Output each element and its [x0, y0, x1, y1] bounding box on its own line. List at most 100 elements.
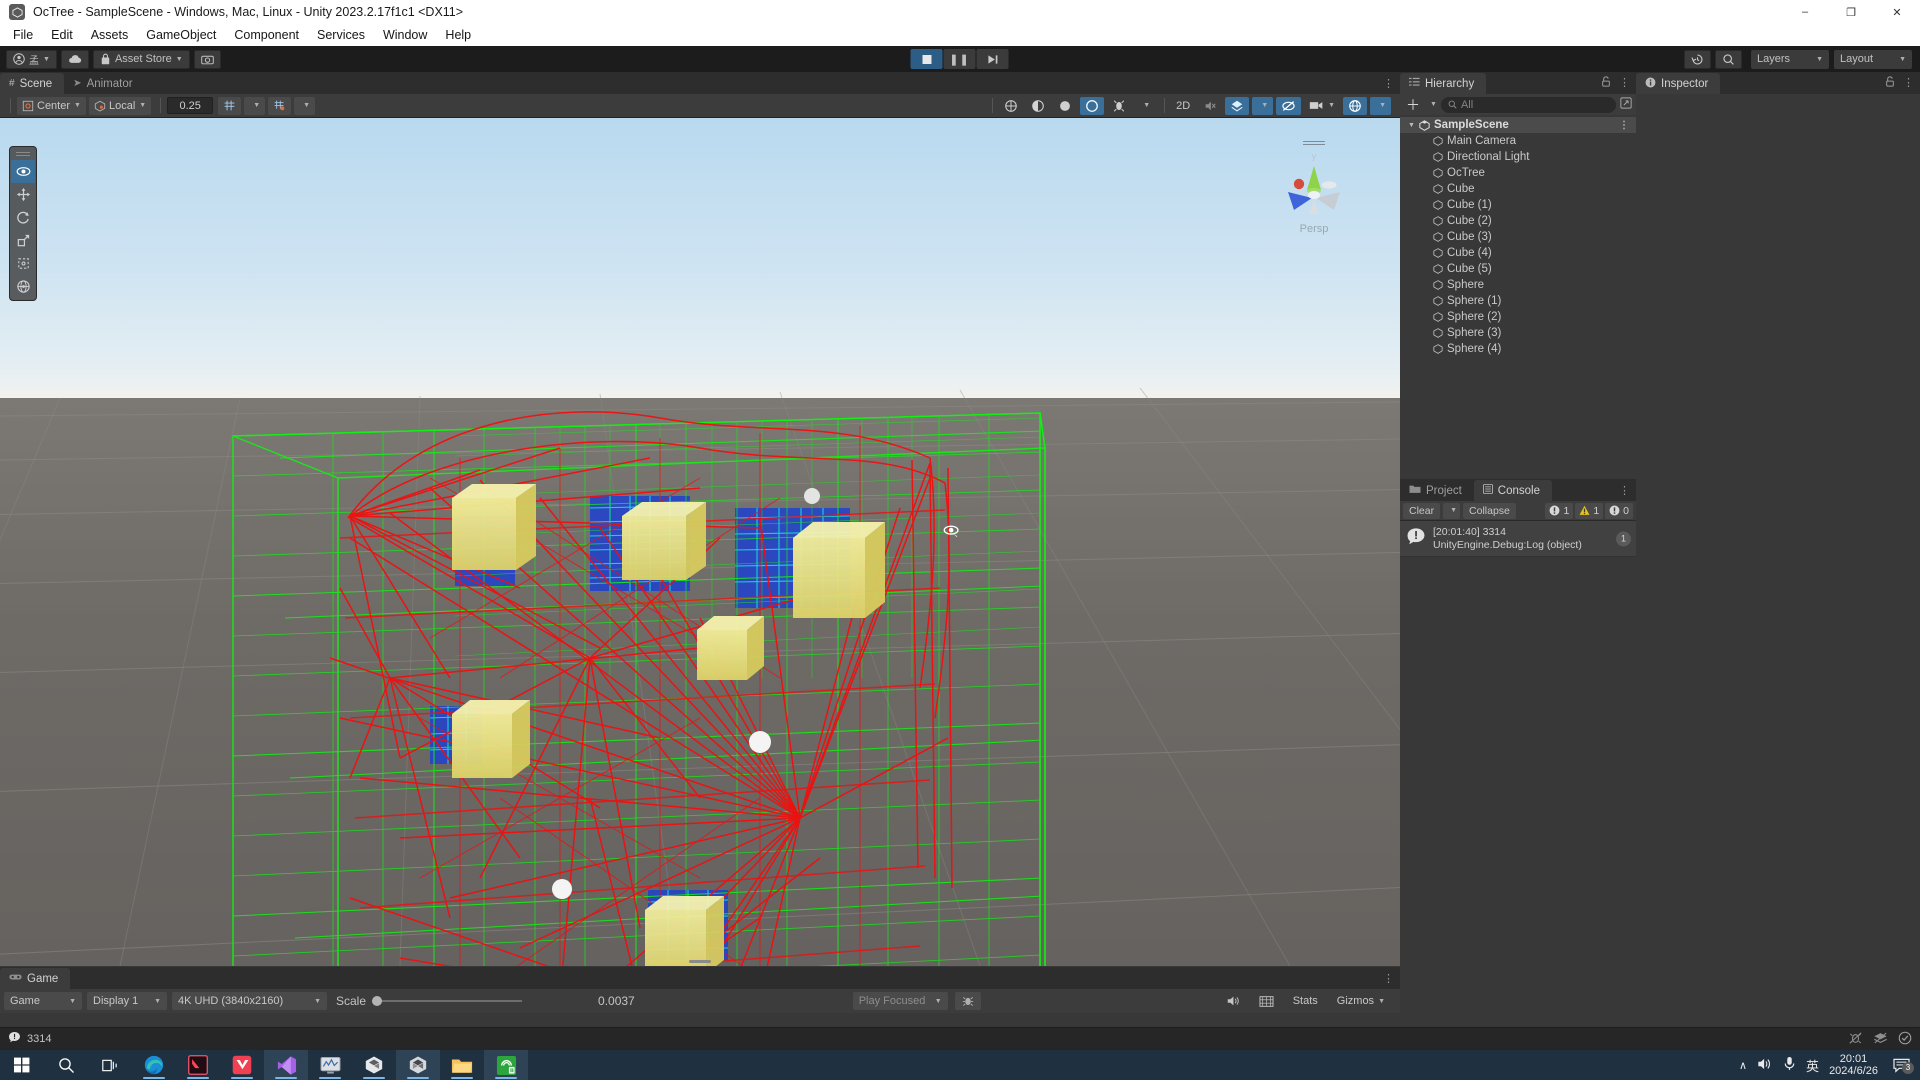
console-collapse-button[interactable]: Collapse: [1463, 502, 1516, 519]
console-info-counter[interactable]: 0: [1605, 502, 1633, 519]
menu-assets[interactable]: Assets: [82, 26, 138, 44]
start-button[interactable]: [0, 1050, 44, 1080]
tray-clock[interactable]: 20:01 2024/6/26: [1829, 1053, 1878, 1077]
hierarchy-item-sphere-4[interactable]: Sphere (4): [1400, 341, 1636, 357]
scale-tool-button[interactable]: [11, 229, 35, 252]
tab-project[interactable]: Project: [1400, 480, 1474, 501]
game-panel-menu-icon[interactable]: ⋮: [1383, 972, 1394, 985]
tab-game[interactable]: Game: [0, 968, 71, 989]
menu-file[interactable]: File: [4, 26, 42, 44]
taskbar-visual-studio-icon[interactable]: [264, 1050, 308, 1080]
play-button[interactable]: [910, 49, 943, 69]
hierarchy-item-cube-3[interactable]: Cube (3): [1400, 229, 1636, 245]
inspector-menu-icon[interactable]: ⋮: [1903, 76, 1914, 90]
search-button[interactable]: [1715, 49, 1742, 69]
taskbar-media-icon[interactable]: [484, 1050, 528, 1080]
game-scale-knob[interactable]: [372, 996, 383, 1006]
screenshot-button[interactable]: [193, 49, 221, 69]
status-layers-icon[interactable]: [1873, 1031, 1888, 1048]
rotate-tool-button[interactable]: [11, 206, 35, 229]
scene-panel-menu-icon[interactable]: ⋮: [1383, 77, 1394, 90]
tab-animator[interactable]: ➤ Animator: [64, 73, 144, 94]
scene-hidden-objects-button[interactable]: [1276, 96, 1302, 115]
game-mute-audio-button[interactable]: [1220, 992, 1246, 1010]
menu-window[interactable]: Window: [374, 26, 436, 44]
layers-dropdown[interactable]: Layers ▼: [1751, 49, 1829, 69]
hierarchy-item-directional-light[interactable]: Directional Light: [1400, 149, 1636, 165]
tab-hierarchy[interactable]: Hierarchy: [1400, 73, 1487, 94]
rect-tool-button[interactable]: [11, 252, 35, 275]
hierarchy-item-main-camera[interactable]: Main Camera: [1400, 133, 1636, 149]
taskbar-monitor-icon[interactable]: [308, 1050, 352, 1080]
hierarchy-item-sphere-3[interactable]: Sphere (3): [1400, 325, 1636, 341]
hierarchy-add-dropdown[interactable]: ▼: [1430, 101, 1437, 108]
hierarchy-item-cube-5[interactable]: Cube (5): [1400, 261, 1636, 277]
game-debug-button[interactable]: [954, 992, 981, 1010]
status-ok-icon[interactable]: [1898, 1031, 1912, 1048]
grid-snapping-button[interactable]: [218, 96, 242, 115]
hierarchy-root-menu-icon[interactable]: ⋮: [1619, 120, 1629, 131]
scene-gizmos-button[interactable]: [1343, 96, 1368, 115]
hierarchy-item-sphere[interactable]: Sphere: [1400, 277, 1636, 293]
console-error-counter[interactable]: 1: [1545, 502, 1574, 519]
console-warning-counter[interactable]: 1: [1575, 502, 1604, 519]
tray-volume-icon[interactable]: [1757, 1057, 1773, 1074]
taskbar-unity-hub-icon[interactable]: [352, 1050, 396, 1080]
pause-button[interactable]: ❚❚: [943, 49, 976, 69]
hierarchy-tree[interactable]: ▼ SampleScene ⋮ Main Camera Directional …: [1400, 115, 1636, 480]
play-focused-dropdown[interactable]: Play Focused ▼: [852, 992, 948, 1010]
shading-mode-button[interactable]: [1026, 97, 1050, 115]
step-button[interactable]: [976, 49, 1009, 69]
menu-help[interactable]: Help: [436, 26, 480, 44]
scene-resize-grip[interactable]: [689, 960, 711, 963]
tab-inspector[interactable]: Inspector: [1636, 73, 1721, 94]
tray-chevron-icon[interactable]: ∧: [1739, 1059, 1747, 1072]
status-debug-icon[interactable]: [1848, 1031, 1863, 1048]
tray-ime-indicator[interactable]: 英: [1806, 1056, 1819, 1075]
pivot-mode-button[interactable]: Center ▼: [17, 96, 86, 115]
console-log-entry[interactable]: [20:01:40] 3314 UnityEngine.Debug:Log (o…: [1400, 521, 1636, 557]
hierarchy-item-cube[interactable]: Cube: [1400, 181, 1636, 197]
hierarchy-item-cube-1[interactable]: Cube (1): [1400, 197, 1636, 213]
scene-2d-toggle[interactable]: 2D: [1171, 97, 1195, 115]
tray-microphone-icon[interactable]: [1783, 1056, 1796, 1074]
tool-palette-grip[interactable]: [16, 150, 30, 157]
scene-camera-button[interactable]: ▼: [1304, 97, 1340, 115]
layout-dropdown[interactable]: Layout ▼: [1834, 49, 1912, 69]
console-clear-dropdown[interactable]: ▼: [1443, 502, 1461, 519]
hierarchy-search-input[interactable]: All: [1440, 96, 1616, 113]
inspector-lock-icon[interactable]: [1885, 76, 1895, 90]
task-view-icon[interactable]: [88, 1050, 132, 1080]
asset-store-button[interactable]: Asset Store ▼: [92, 49, 190, 69]
scene-viewport[interactable]: y Persp: [0, 118, 1400, 966]
move-tool-button[interactable]: [11, 183, 35, 206]
audio-toggle-button[interactable]: [1080, 96, 1105, 115]
snap-increment-button[interactable]: [268, 96, 292, 115]
console-menu-icon[interactable]: ⋮: [1619, 484, 1630, 497]
console-log-list[interactable]: [20:01:40] 3314 UnityEngine.Debug:Log (o…: [1400, 521, 1636, 969]
lighting-toggle-button[interactable]: [1053, 97, 1077, 115]
menu-services[interactable]: Services: [308, 26, 374, 44]
hierarchy-root-samplescene[interactable]: ▼ SampleScene ⋮: [1400, 117, 1636, 133]
menu-edit[interactable]: Edit: [42, 26, 82, 44]
game-display-dropdown[interactable]: Display 1 ▼: [87, 992, 167, 1010]
draw-mode-button[interactable]: [999, 97, 1023, 115]
console-clear-button[interactable]: Clear: [1403, 502, 1441, 519]
gizmo-grip[interactable]: [1303, 140, 1325, 146]
game-target-dropdown[interactable]: Game ▼: [4, 992, 82, 1010]
account-button[interactable]: 孟 ▼: [6, 49, 57, 69]
menu-component[interactable]: Component: [225, 26, 308, 44]
taskbar-file-explorer-icon[interactable]: [440, 1050, 484, 1080]
effects-toggle-button[interactable]: [1107, 97, 1131, 115]
hierarchy-item-cube-4[interactable]: Cube (4): [1400, 245, 1636, 261]
game-resolution-dropdown[interactable]: 4K UHD (3840x2160) ▼: [172, 992, 327, 1010]
hierarchy-add-button[interactable]: ＋: [1404, 95, 1422, 115]
tab-console[interactable]: Console: [1473, 480, 1552, 501]
taskbar-unity-editor-icon[interactable]: [396, 1050, 440, 1080]
hierarchy-item-cube-2[interactable]: Cube (2): [1400, 213, 1636, 229]
snap-increment-dropdown[interactable]: ▼: [294, 96, 316, 115]
cloud-button[interactable]: [60, 49, 89, 69]
game-gizmos-button[interactable]: Gizmos ▼: [1331, 992, 1391, 1010]
hierarchy-menu-icon[interactable]: ⋮: [1619, 76, 1630, 90]
game-scale-slider[interactable]: [372, 996, 523, 1006]
